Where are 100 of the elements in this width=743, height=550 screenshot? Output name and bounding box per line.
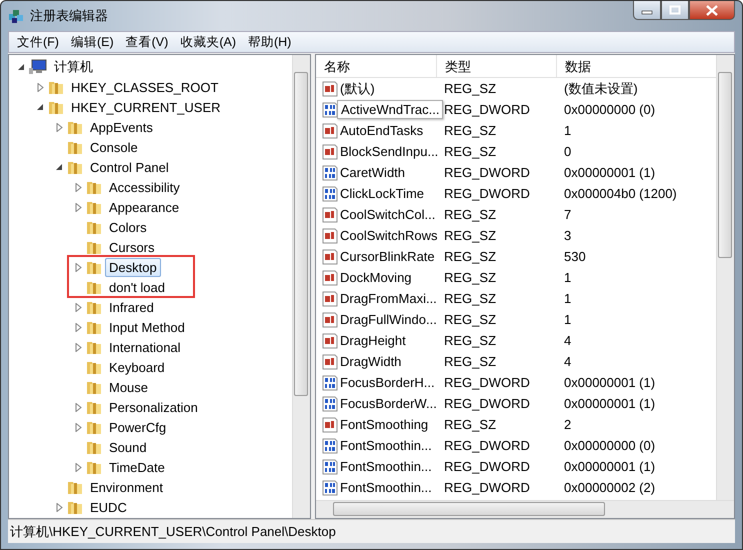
string-value-icon <box>322 312 338 328</box>
scrollbar[interactable] <box>316 500 734 518</box>
value-name[interactable]: DragWidth <box>340 354 402 369</box>
collapsed-arrow-icon[interactable] <box>74 402 82 412</box>
value-type: REG_DWORD <box>443 102 531 117</box>
menu-item[interactable]: 收藏夹(A) <box>174 34 242 50</box>
string-value-icon <box>322 354 338 370</box>
value-name[interactable]: CursorBlinkRate <box>340 249 435 264</box>
expanded-arrow-icon[interactable] <box>55 163 63 171</box>
value-name[interactable]: ClickLockTime <box>340 186 424 201</box>
collapsed-arrow-icon[interactable] <box>56 122 62 132</box>
value-data: 1 <box>563 291 572 306</box>
collapsed-arrow-icon[interactable] <box>74 302 82 312</box>
value-data: 0 <box>563 144 572 159</box>
value-name[interactable]: FontSmoothing <box>340 417 428 432</box>
tree-item[interactable]: TimeDate <box>105 458 169 476</box>
tree-item[interactable]: International <box>105 338 185 356</box>
folder-icon <box>67 119 83 135</box>
value-name[interactable]: FocusBorderW... <box>340 396 437 411</box>
tree-item[interactable]: Infrared <box>105 298 158 316</box>
folder-icon <box>86 379 102 395</box>
collapsed-arrow-icon[interactable] <box>36 82 44 92</box>
value-type: REG_DWORD <box>443 165 531 180</box>
tree-item[interactable]: Keyboard <box>105 358 169 376</box>
value-type: REG_SZ <box>443 270 498 285</box>
tooltip: ActiveWndTrac... <box>337 100 444 119</box>
tree-item[interactable]: Console <box>86 138 142 156</box>
value-name[interactable]: DragHeight <box>340 333 406 348</box>
tree-item[interactable]: EUDC <box>86 498 131 516</box>
collapsed-arrow-icon[interactable] <box>56 502 62 512</box>
menu-item[interactable]: 文件(F) <box>11 34 65 50</box>
value-name[interactable]: FontSmoothin... <box>340 459 432 474</box>
collapsed-arrow-icon[interactable] <box>74 202 82 212</box>
value-type: REG_DWORD <box>443 459 531 474</box>
menu-item[interactable]: 帮助(H) <box>242 34 298 50</box>
tree-item[interactable]: Accessibility <box>105 178 184 196</box>
value-type: REG_SZ <box>443 333 498 348</box>
registry-icon <box>8 8 24 24</box>
collapsed-arrow-icon[interactable] <box>74 342 82 352</box>
tree-item[interactable]: Environment <box>86 478 167 496</box>
collapsed-arrow-icon[interactable] <box>74 422 82 432</box>
value-name[interactable]: FontSmoothin... <box>340 438 432 453</box>
tree-item[interactable]: Input Method <box>105 318 189 336</box>
column-header[interactable]: 数据 <box>557 55 716 77</box>
folder-icon <box>67 499 83 515</box>
collapsed-arrow-icon[interactable] <box>74 262 82 272</box>
column-header[interactable]: 名称 <box>316 55 437 77</box>
tree-item[interactable]: Mouse <box>105 378 152 396</box>
collapsed-arrow-icon[interactable] <box>74 322 82 332</box>
minimize-button[interactable] <box>633 1 661 20</box>
tree-item[interactable]: Colors <box>105 218 151 236</box>
tree-item[interactable]: HKEY_CLASSES_ROOT <box>67 78 222 96</box>
column-header[interactable]: 类型 <box>437 55 557 77</box>
tree-item[interactable]: don't load <box>105 278 169 296</box>
tree-item[interactable]: 计算机 <box>50 56 97 78</box>
scrollbar[interactable] <box>292 55 310 518</box>
string-value-icon <box>322 416 338 432</box>
binary-value-icon <box>322 396 338 412</box>
scrollbar[interactable] <box>716 55 734 500</box>
value-name[interactable]: (默认) <box>340 80 375 98</box>
close-icon <box>705 4 719 16</box>
value-data: 2 <box>563 417 572 432</box>
folder-icon <box>86 439 102 455</box>
value-data: 0x00000001 (1) <box>563 459 656 474</box>
value-name[interactable]: CoolSwitchRows <box>340 228 438 243</box>
tree-item[interactable]: Desktop <box>105 258 161 276</box>
tree-item[interactable]: Cursors <box>105 238 159 256</box>
folder-icon <box>86 299 102 315</box>
value-name[interactable]: FocusBorderH... <box>340 375 435 390</box>
value-name[interactable]: CoolSwitchCol... <box>340 207 436 222</box>
value-name[interactable]: DockMoving <box>340 270 412 285</box>
value-name[interactable]: AutoEndTasks <box>340 123 424 138</box>
tree-item[interactable]: Appearance <box>105 198 184 216</box>
binary-value-icon <box>322 458 338 474</box>
binary-value-icon <box>322 438 338 454</box>
tree-item[interactable]: Sound <box>105 438 151 456</box>
computer-icon <box>29 59 47 75</box>
tree-item[interactable]: HKEY_CURRENT_USER <box>67 98 225 116</box>
collapsed-arrow-icon[interactable] <box>74 462 82 472</box>
value-name[interactable]: CaretWidth <box>340 165 406 180</box>
folder-icon <box>86 459 102 475</box>
tree-item[interactable]: AppEvents <box>86 118 157 136</box>
collapsed-arrow-icon[interactable] <box>74 182 82 192</box>
value-data: 4 <box>563 333 572 348</box>
expanded-arrow-icon[interactable] <box>36 103 44 111</box>
string-value-icon <box>322 290 338 306</box>
expanded-arrow-icon[interactable] <box>17 63 25 71</box>
value-name[interactable]: FontSmoothin... <box>340 480 432 495</box>
value-name[interactable]: DragFromMaxi... <box>340 291 437 306</box>
folder-icon <box>86 339 102 355</box>
value-name[interactable]: DragFullWindo... <box>340 312 437 327</box>
value-data: 0x00000000 (0) <box>563 102 656 117</box>
tree-item[interactable]: Personalization <box>105 398 202 416</box>
menu-item[interactable]: 编辑(E) <box>64 34 120 50</box>
close-button[interactable] <box>689 1 735 20</box>
menu-item[interactable]: 查看(V) <box>120 34 174 50</box>
maximize-button[interactable] <box>661 1 689 20</box>
value-name[interactable]: BlockSendInpu... <box>340 144 438 159</box>
tree-item[interactable]: PowerCfg <box>105 418 170 436</box>
tree-item[interactable]: Control Panel <box>86 158 173 176</box>
